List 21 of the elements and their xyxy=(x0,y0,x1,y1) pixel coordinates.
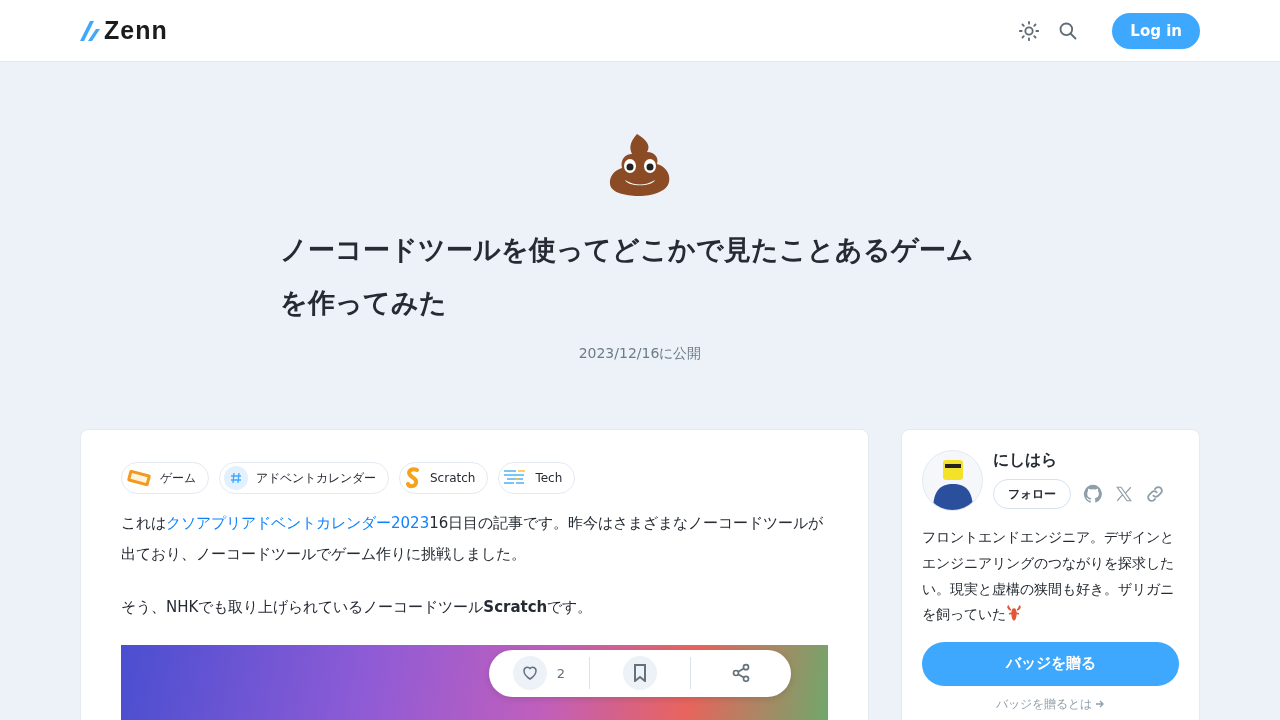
github-icon[interactable] xyxy=(1083,484,1103,505)
link-icon[interactable] xyxy=(1145,484,1165,505)
slash-logo-icon xyxy=(80,20,100,41)
cat-logo-icon xyxy=(404,467,422,490)
article-title: ノーコードツールを使ってどこかで見たことあるゲームを作ってみた xyxy=(280,233,975,320)
x-logo-icon[interactable] xyxy=(1115,485,1133,504)
author-bio: フロントエンドエンジニア。デザインとエンジニアリングのつながりを探求したい。現実と虚構の狭間も好き。ザリガニを飼っていた xyxy=(922,528,1175,625)
paragraph: そう、NHKでも取り上げられているノーコードツールScratchです。 xyxy=(121,596,594,618)
bookmark-icon[interactable] xyxy=(623,656,657,691)
logo-text[interactable]: Zenn xyxy=(104,16,168,45)
author-name[interactable]: にしはら xyxy=(993,450,1165,472)
search-icon[interactable] xyxy=(1058,20,1079,41)
hash-icon xyxy=(224,466,248,491)
arrow-right-icon xyxy=(1095,698,1106,709)
lobster-icon xyxy=(1006,605,1022,622)
publish-date: 2023/12/16に公開 xyxy=(578,345,702,364)
paragraph: これはクソアプリアドベントカレンダー202316日目の記事です。昨今はさまざまなノーコードツールが出ており、ノーコードツールでゲーム作りに挑戦しました。 xyxy=(121,513,825,566)
follow-button[interactable]: フォロー xyxy=(993,479,1071,510)
inline-link[interactable]: クソアプリアドベントカレンダー2023 xyxy=(166,514,430,533)
sun-icon[interactable] xyxy=(1018,19,1041,42)
like-count: 2 xyxy=(556,665,566,681)
